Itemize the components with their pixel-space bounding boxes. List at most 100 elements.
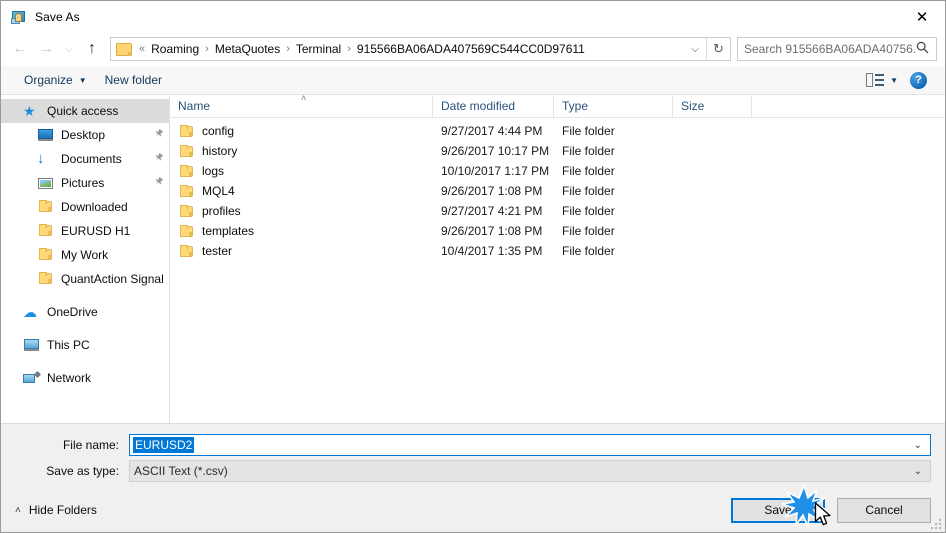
file-name-value: EURUSD2 [133, 437, 195, 453]
hide-folders-button[interactable]: ˄ Hide Folders [15, 503, 97, 517]
file-type: File folder [562, 184, 615, 198]
desktop-icon [37, 127, 54, 143]
table-row[interactable]: profiles 9/27/2017 4:21 PM File folder [170, 201, 945, 221]
sidebar-item-downloaded[interactable]: Downloaded [1, 195, 169, 219]
column-header-name[interactable]: ˄ Name [170, 93, 433, 118]
file-date-modified: 10/4/2017 1:35 PM [441, 244, 543, 258]
recent-locations-button[interactable]: ⌵ [59, 36, 79, 62]
folder-icon [37, 223, 54, 239]
folder-icon [178, 244, 194, 258]
file-date-modified: 9/26/2017 1:08 PM [441, 184, 543, 198]
file-list-pane: ˄ Name Date modified Type Size config 9/… [170, 93, 945, 423]
file-date-modified: 9/26/2017 10:17 PM [441, 144, 550, 158]
up-button[interactable]: ↑ [79, 36, 105, 62]
search-icon [916, 41, 929, 57]
chevron-down-icon[interactable]: ⌄ [914, 466, 922, 477]
sidebar-item-label: Pictures [61, 176, 105, 190]
column-header-label: Name [178, 99, 211, 113]
save-as-type-row: Save as type: ASCII Text (*.csv) ⌄ [15, 460, 931, 482]
help-icon[interactable]: ? [910, 71, 927, 89]
this-pc-icon [23, 337, 40, 353]
sidebar-item-pictures[interactable]: Pictures [1, 171, 169, 195]
pin-icon [149, 174, 166, 192]
content-area: Quick access Desktop Documents [1, 93, 945, 424]
breadcrumb-item-3[interactable]: 915566BA06ADA407569C544CC0D97611 [354, 42, 588, 56]
file-type: File folder [562, 164, 615, 178]
table-row[interactable]: config 9/27/2017 4:44 PM File folder [170, 121, 945, 141]
file-name-input[interactable]: EURUSD2 ⌄ [129, 434, 931, 456]
documents-download-icon [37, 151, 54, 167]
sidebar-item-quick-access[interactable]: Quick access [1, 99, 169, 123]
save-form: File name: EURUSD2 ⌄ Save as type: ASCII… [1, 424, 945, 488]
column-header-label: Type [562, 99, 589, 113]
close-icon[interactable]: ✕ [899, 1, 945, 32]
folder-icon [37, 247, 54, 263]
dialog-footer: ˄ Hide Folders Save Cancel [1, 488, 945, 532]
breadcrumb-item-0[interactable]: Roaming [148, 42, 202, 56]
file-name: MQL4 [202, 184, 235, 198]
column-header-label: Date modified [441, 99, 516, 113]
save-as-type-value: ASCII Text (*.csv) [134, 464, 228, 478]
sidebar-item-eurusd-h1[interactable]: EURUSD H1 [1, 219, 169, 243]
breadcrumb-separator-icon: › [286, 43, 290, 55]
folder-icon [37, 199, 54, 215]
view-layout-icon[interactable] [866, 73, 885, 87]
cancel-button[interactable]: Cancel [837, 497, 931, 523]
forward-button[interactable]: → [33, 36, 59, 62]
folder-icon [178, 224, 194, 238]
save-as-type-select[interactable]: ASCII Text (*.csv) ⌄ [129, 460, 931, 482]
column-header-date-modified[interactable]: Date modified [433, 94, 554, 118]
file-name: profiles [202, 204, 241, 218]
breadcrumb-item-1[interactable]: MetaQuotes [212, 42, 283, 56]
sidebar-item-my-work[interactable]: My Work [1, 243, 169, 267]
sidebar-item-label: Network [47, 371, 92, 385]
chevron-down-icon: ▼ [78, 75, 87, 85]
table-row[interactable]: tester 10/4/2017 1:35 PM File folder [170, 241, 945, 261]
chevron-down-icon[interactable]: ⌄ [914, 440, 922, 451]
file-type: File folder [562, 204, 615, 218]
refresh-icon[interactable]: ↻ [706, 38, 730, 60]
address-bar[interactable]: « Roaming › MetaQuotes › Terminal › 9155… [110, 37, 731, 61]
sidebar-item-quantaction-signal[interactable]: QuantAction Signal [1, 267, 169, 291]
folder-icon [178, 144, 194, 158]
view-options-chevron-icon[interactable]: ▼ [890, 76, 898, 85]
sidebar-item-onedrive[interactable]: OneDrive [1, 300, 169, 324]
file-type: File folder [562, 124, 615, 138]
file-name: config [202, 124, 235, 138]
file-date-modified: 10/10/2017 1:17 PM [441, 164, 550, 178]
save-button[interactable]: Save [731, 497, 825, 523]
hide-folders-label: Hide Folders [28, 503, 97, 517]
table-row[interactable]: logs 10/10/2017 1:17 PM File folder [170, 161, 945, 181]
file-name: logs [202, 164, 225, 178]
chevron-down-icon[interactable]: ⌵ [684, 44, 706, 55]
column-header-size[interactable]: Size [673, 94, 752, 118]
table-row[interactable]: MQL4 9/26/2017 1:08 PM File folder [170, 181, 945, 201]
back-button[interactable]: ← [7, 36, 33, 62]
column-header-type[interactable]: Type [554, 94, 673, 118]
organize-button[interactable]: Organize ▼ [15, 69, 96, 91]
save-as-app-icon [11, 9, 27, 25]
network-icon [23, 370, 40, 386]
pictures-icon [37, 175, 54, 191]
folder-icon [178, 184, 194, 198]
breadcrumb-item-2[interactable]: Terminal [293, 42, 344, 56]
table-row[interactable]: templates 9/26/2017 1:08 PM File folder [170, 221, 945, 241]
folder-icon [116, 42, 132, 56]
file-rows: config 9/27/2017 4:44 PM File folder his… [170, 118, 945, 423]
file-date-modified: 9/26/2017 1:08 PM [441, 224, 543, 238]
chevron-up-icon: ˄ [15, 504, 21, 516]
file-type: File folder [562, 244, 615, 258]
search-input[interactable]: Search 915566BA06ADA40756... [737, 37, 937, 61]
file-name: tester [202, 244, 233, 258]
breadcrumb-overflow-icon[interactable]: « [136, 43, 148, 55]
sidebar-item-label: Desktop [61, 128, 106, 142]
star-icon [23, 103, 40, 119]
folder-icon [37, 271, 54, 287]
sidebar-item-documents[interactable]: Documents [1, 147, 169, 171]
sidebar-item-desktop[interactable]: Desktop [1, 123, 169, 147]
sidebar-item-this-pc[interactable]: This PC [1, 333, 169, 357]
sidebar-item-network[interactable]: Network [1, 366, 169, 390]
table-row[interactable]: history 9/26/2017 10:17 PM File folder [170, 141, 945, 161]
new-folder-button[interactable]: New folder [96, 69, 171, 91]
resize-grip[interactable] [929, 517, 941, 529]
